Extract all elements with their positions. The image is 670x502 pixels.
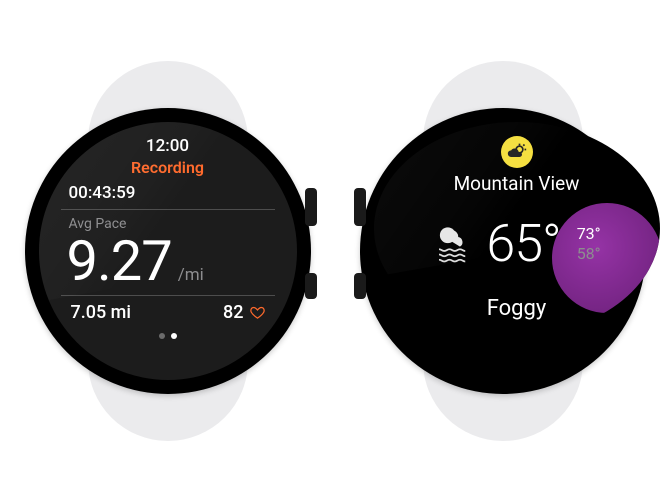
page-indicator[interactable]: [159, 333, 177, 339]
clock-time: 12:00: [146, 136, 189, 156]
sun-cloud-icon: [507, 142, 527, 162]
condition-text: Foggy: [487, 296, 547, 321]
watch-face[interactable]: Mountain View 65° 73° 58° Foggy: [374, 122, 660, 335]
fog-icon: [432, 223, 474, 265]
high-low: 73° 58°: [577, 224, 601, 264]
pace-row: 9.27 /mi: [67, 232, 204, 291]
heart-rate: 82: [223, 302, 264, 323]
weather-app-icon[interactable]: [501, 136, 533, 168]
elapsed-time: 00:43:59: [69, 183, 136, 203]
watch-case: 12:00 Recording 00:43:59 Avg Pace 9.27 /…: [25, 108, 311, 394]
weather-main: 65° 73° 58°: [394, 213, 640, 274]
pace-value: 9.27: [67, 232, 172, 291]
watch-fitness: 12:00 Recording 00:43:59 Avg Pace 9.27 /…: [13, 61, 323, 441]
heart-icon: [250, 305, 265, 320]
watch-weather: Mountain View 65° 73° 58° Foggy: [348, 61, 658, 441]
distance-value: 7.05 mi: [71, 302, 131, 323]
bottom-row: 7.05 mi 82: [61, 296, 275, 323]
crown-button-upper[interactable]: [305, 188, 317, 226]
crown-button-lower[interactable]: [354, 273, 366, 299]
pace-unit: /mi: [178, 265, 204, 285]
current-temp: 65°: [486, 213, 560, 274]
accent-blob: [552, 203, 660, 313]
page-dot-active: [171, 333, 177, 339]
watch-face[interactable]: 12:00 Recording 00:43:59 Avg Pace 9.27 /…: [39, 122, 297, 380]
low-temp: 58°: [577, 244, 601, 264]
heart-rate-value: 82: [223, 302, 243, 323]
crown-button-upper[interactable]: [354, 188, 366, 226]
divider: [61, 209, 275, 210]
crown-button-lower[interactable]: [305, 273, 317, 299]
location-name: Mountain View: [454, 172, 580, 195]
page-dot: [159, 333, 165, 339]
high-temp: 73°: [577, 224, 601, 244]
watch-case: Mountain View 65° 73° 58° Foggy: [360, 108, 646, 394]
recording-status: Recording: [131, 158, 204, 177]
